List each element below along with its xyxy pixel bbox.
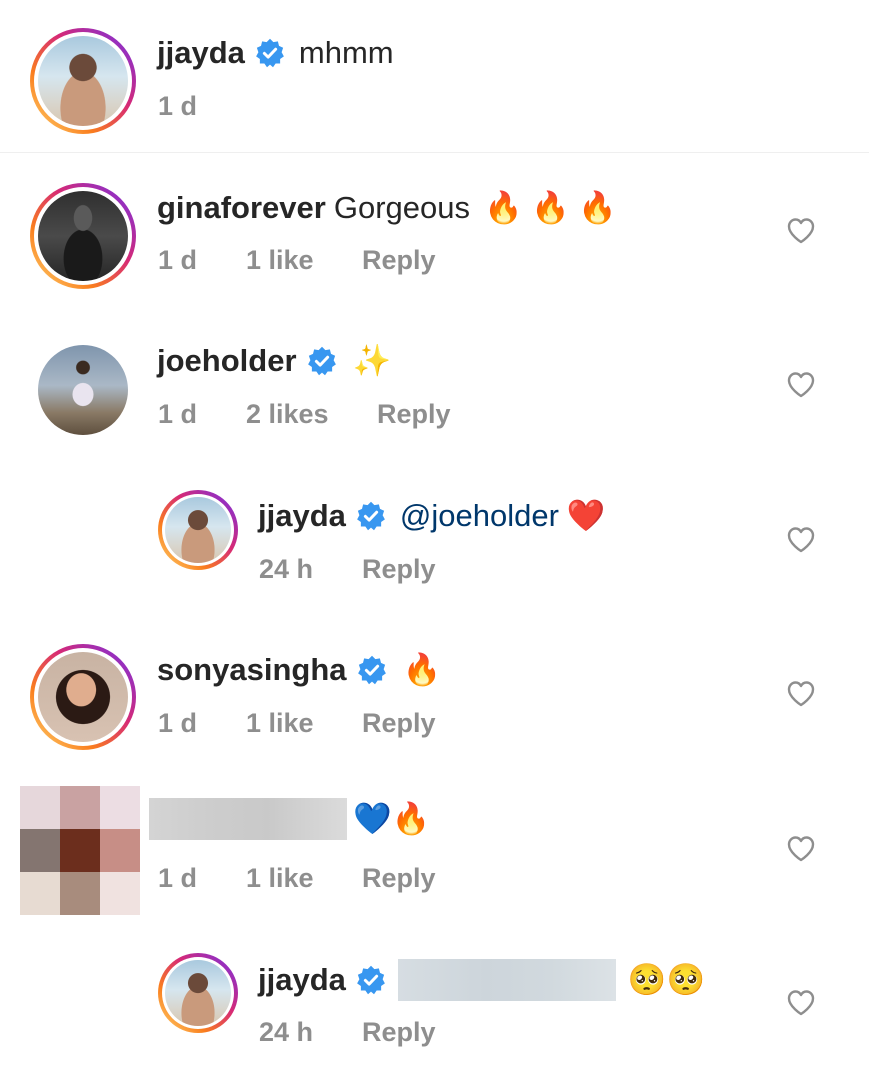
username[interactable]: jjayda bbox=[258, 496, 346, 536]
reply-button[interactable]: Reply bbox=[362, 706, 436, 740]
timestamp: 1 d bbox=[158, 708, 198, 738]
divider bbox=[0, 152, 869, 153]
comment-item: joeholder ✨ 1 d 2 likes Reply bbox=[0, 335, 869, 455]
username[interactable]: joeholder bbox=[157, 341, 297, 381]
comment-item: 💙🔥 1 d 1 like Reply bbox=[0, 786, 869, 916]
comment-emoji: ❤️ bbox=[566, 498, 606, 533]
reply-item: jjayda @joeholder ❤️ 24 h Reply bbox=[0, 490, 869, 610]
avatar[interactable] bbox=[158, 953, 238, 1033]
likes-count[interactable]: 1 like bbox=[246, 861, 314, 895]
timestamp: 1 d bbox=[158, 863, 198, 893]
avatar[interactable] bbox=[30, 183, 136, 289]
caption-text: mhmm bbox=[298, 35, 394, 70]
reply-button[interactable]: Reply bbox=[362, 861, 436, 895]
reply-button[interactable]: Reply bbox=[362, 1015, 436, 1049]
reply-item: jjayda 🥺🥺 24 h Reply bbox=[0, 953, 869, 1073]
comment-line: jjayda @joeholder ❤️ bbox=[258, 496, 606, 536]
timestamp: 24 h bbox=[259, 1017, 314, 1047]
verified-badge-icon bbox=[357, 655, 387, 685]
heart-outline-icon[interactable] bbox=[786, 679, 816, 709]
comment-item: sonyasingha 🔥 1 d 1 like Reply bbox=[0, 644, 869, 764]
comment-emoji: 🔥 🔥 🔥 bbox=[483, 190, 618, 225]
avatar[interactable] bbox=[30, 28, 136, 134]
timestamp: 1 d bbox=[158, 245, 198, 275]
heart-outline-icon[interactable] bbox=[786, 834, 816, 864]
comment-line: jjayda 🥺🥺 bbox=[258, 959, 705, 1001]
avatar[interactable] bbox=[158, 490, 238, 570]
comment-emoji: ✨ bbox=[352, 343, 392, 378]
username[interactable]: sonyasingha bbox=[157, 650, 347, 690]
caption-row: jjayda mhmm 1 d bbox=[0, 0, 869, 152]
comment-line: 💙🔥 bbox=[149, 798, 430, 840]
comment-item: ginaforever Gorgeous 🔥 🔥 🔥 1 d 1 like Re… bbox=[0, 180, 869, 300]
comment-line: sonyasingha 🔥 bbox=[157, 650, 441, 690]
comment-text: Gorgeous bbox=[333, 190, 470, 225]
mention-link[interactable]: @joeholder bbox=[400, 496, 559, 536]
likes-count[interactable]: 1 like bbox=[246, 243, 314, 277]
heart-outline-icon[interactable] bbox=[786, 525, 816, 555]
username[interactable] bbox=[149, 798, 347, 840]
likes-count[interactable]: 2 likes bbox=[246, 397, 329, 431]
username[interactable]: ginaforever bbox=[157, 188, 326, 228]
heart-outline-icon[interactable] bbox=[786, 988, 816, 1018]
timestamp: 1 d bbox=[158, 399, 198, 429]
verified-badge-icon bbox=[356, 501, 386, 531]
comment-text-redacted bbox=[397, 959, 616, 1001]
reply-button[interactable]: Reply bbox=[377, 397, 451, 431]
timestamp: 24 h bbox=[259, 554, 314, 584]
verified-badge-icon bbox=[255, 38, 285, 68]
comment-emoji: 💙🔥 bbox=[353, 801, 431, 836]
reply-button[interactable]: Reply bbox=[362, 552, 436, 586]
avatar[interactable] bbox=[30, 644, 136, 750]
reply-button[interactable]: Reply bbox=[362, 243, 436, 277]
username[interactable]: jjayda bbox=[258, 960, 346, 1000]
comment-line: ginaforever Gorgeous 🔥 🔥 🔥 bbox=[157, 188, 617, 228]
comment-line: joeholder ✨ bbox=[157, 341, 391, 381]
caption-line: jjayda mhmm bbox=[157, 33, 394, 73]
username[interactable]: jjayda bbox=[157, 33, 245, 73]
heart-outline-icon[interactable] bbox=[786, 216, 816, 246]
comment-emoji: 🔥 bbox=[402, 652, 442, 687]
likes-count[interactable]: 1 like bbox=[246, 706, 314, 740]
avatar[interactable] bbox=[38, 345, 128, 435]
avatar[interactable] bbox=[20, 786, 140, 915]
comment-emoji: 🥺🥺 bbox=[627, 962, 706, 997]
verified-badge-icon bbox=[356, 965, 386, 995]
timestamp: 1 d bbox=[158, 91, 198, 121]
verified-badge-icon bbox=[307, 346, 337, 376]
heart-outline-icon[interactable] bbox=[786, 370, 816, 400]
